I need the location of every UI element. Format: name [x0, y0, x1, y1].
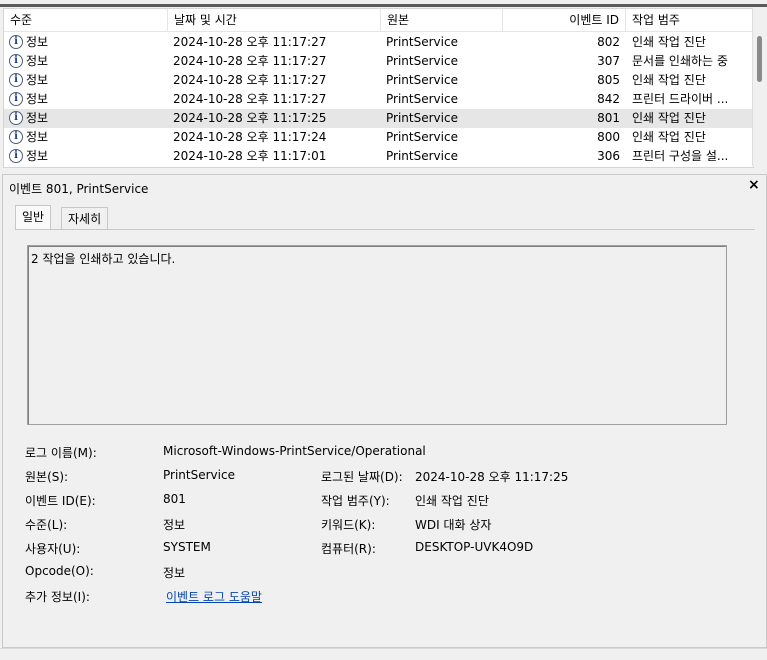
column-header-source[interactable]: 원본 [381, 9, 503, 31]
info-icon: i [9, 149, 23, 163]
event-id-label: 이벤트 ID(E): [25, 494, 96, 508]
event-description[interactable]: 2 작업을 인쇄하고 있습니다. [27, 245, 727, 425]
row-task-category: 문서를 인쇄하는 중 [632, 54, 728, 68]
row-datetime: 2024-10-28 오후 11:17:24 [173, 130, 327, 144]
row-event-id: 802 [597, 35, 620, 49]
event-id-value: 801 [163, 492, 186, 506]
row-task-category: 인쇄 작업 진단 [632, 35, 706, 49]
tab-details[interactable]: 자세히 [61, 207, 109, 230]
info-icon: i [9, 54, 23, 68]
row-source: PrintService [386, 35, 458, 49]
info-icon: i [9, 92, 23, 106]
column-header-datetime[interactable]: 날짜 및 시간 [168, 9, 381, 31]
table-row[interactable]: i 정보 2024-10-28 오후 11:17:27 PrintService… [4, 52, 753, 71]
row-task-category: 프린터 구성을 설... [632, 149, 729, 163]
row-datetime: 2024-10-28 오후 11:17:01 [173, 149, 327, 163]
computer-label: 컴퓨터(R): [321, 542, 376, 556]
row-event-id: 306 [597, 149, 620, 163]
task-category-value: 인쇄 작업 진단 [415, 494, 489, 508]
keywords-label: 키워드(K): [321, 518, 376, 532]
row-datetime: 2024-10-28 오후 11:17:25 [173, 111, 327, 125]
row-level: 정보 [26, 54, 49, 68]
bottom-edge [0, 648, 767, 660]
tab-general[interactable]: 일반 [15, 205, 52, 230]
table-row[interactable]: i 정보 2024-10-28 오후 11:17:27 PrintService… [4, 71, 753, 90]
row-event-id: 805 [597, 73, 620, 87]
info-icon: i [9, 130, 23, 144]
row-level: 정보 [26, 149, 49, 163]
row-task-category: 인쇄 작업 진단 [632, 111, 706, 125]
row-level: 정보 [26, 73, 49, 87]
row-task-category: 인쇄 작업 진단 [632, 130, 706, 144]
row-source: PrintService [386, 73, 458, 87]
row-datetime: 2024-10-28 오후 11:17:27 [173, 73, 327, 87]
row-datetime: 2024-10-28 오후 11:17:27 [173, 35, 327, 49]
list-header: 수준 날짜 및 시간 원본 이벤트 ID 작업 범주 [4, 9, 753, 32]
window-top-edge [0, 4, 767, 7]
row-event-id: 801 [597, 111, 620, 125]
row-task-category: 프린터 드라이버 ... [632, 92, 729, 106]
opcode-value: 정보 [163, 566, 186, 580]
row-level: 정보 [26, 111, 49, 125]
table-row[interactable]: i 정보 2024-10-28 오후 11:17:27 PrintService… [4, 90, 753, 109]
keywords-value: WDI 대화 상자 [415, 518, 492, 532]
user-value: SYSTEM [163, 540, 211, 554]
table-row[interactable]: i 정보 2024-10-28 오후 11:17:01 PrintService… [4, 147, 753, 166]
row-source: PrintService [386, 54, 458, 68]
source-label: 원본(S): [25, 470, 69, 484]
logged-date-label: 로그된 날짜(D): [321, 470, 403, 484]
table-row[interactable]: i 정보 2024-10-28 오후 11:17:24 PrintService… [4, 128, 753, 147]
row-event-id: 842 [597, 92, 620, 106]
row-level: 정보 [26, 130, 49, 144]
level-label: 수준(L): [25, 518, 68, 532]
table-row-selected[interactable]: i 정보 2024-10-28 오후 11:17:25 PrintService… [4, 109, 753, 128]
event-details-pane: 이벤트 801, PrintService × 일반 자세히 2 작업을 인쇄하… [2, 174, 767, 648]
column-header-task-category[interactable]: 작업 범주 [626, 9, 753, 31]
row-source: PrintService [386, 111, 458, 125]
info-icon: i [9, 111, 23, 125]
opcode-label: Opcode(O): [25, 564, 94, 578]
list-scrollbar-thumb[interactable] [757, 36, 762, 82]
table-row[interactable]: i 정보 2024-10-28 오후 11:17:27 PrintService… [4, 33, 753, 52]
column-header-event-id[interactable]: 이벤트 ID [503, 9, 626, 31]
close-icon[interactable]: × [748, 177, 760, 193]
list-scrollbar[interactable] [752, 8, 767, 166]
column-header-level[interactable]: 수준 [4, 9, 168, 31]
log-name-value: Microsoft-Windows-PrintService/Operation… [163, 444, 426, 458]
more-info-label: 추가 정보(I): [25, 590, 90, 604]
row-source: PrintService [386, 149, 458, 163]
task-category-label: 작업 범주(Y): [321, 494, 390, 508]
row-task-category: 인쇄 작업 진단 [632, 73, 706, 87]
row-source: PrintService [386, 130, 458, 144]
row-event-id: 800 [597, 130, 620, 144]
row-event-id: 307 [597, 54, 620, 68]
event-log-help-link[interactable]: 이벤트 로그 도움말 [166, 588, 262, 605]
log-name-label: 로그 이름(M): [25, 446, 97, 460]
details-title: 이벤트 801, PrintService [9, 182, 149, 196]
computer-value: DESKTOP-UVK4O9D [415, 540, 534, 554]
row-datetime: 2024-10-28 오후 11:17:27 [173, 92, 327, 106]
info-icon: i [9, 35, 23, 49]
logged-date-value: 2024-10-28 오후 11:17:25 [415, 470, 569, 484]
row-source: PrintService [386, 92, 458, 106]
row-level: 정보 [26, 35, 49, 49]
level-value: 정보 [163, 518, 186, 532]
row-level: 정보 [26, 92, 49, 106]
row-datetime: 2024-10-28 오후 11:17:27 [173, 54, 327, 68]
info-icon: i [9, 73, 23, 87]
events-list[interactable]: 수준 날짜 및 시간 원본 이벤트 ID 작업 범주 i 정보 2024-10-… [3, 8, 754, 168]
tab-panel-border [15, 229, 755, 230]
user-label: 사용자(U): [25, 542, 81, 556]
source-value: PrintService [163, 468, 235, 482]
